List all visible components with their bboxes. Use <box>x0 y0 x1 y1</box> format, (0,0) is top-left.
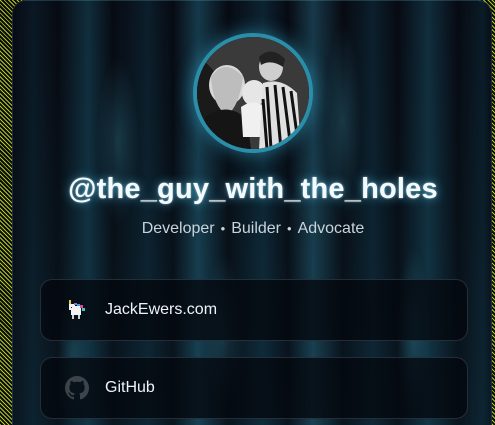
tagline-item: Developer <box>141 220 215 237</box>
link-label: GitHub <box>105 379 155 396</box>
page-background: @the_guy_with_the_holes Developer • Builde… <box>0 0 495 425</box>
link-label: JackEwers.com <box>105 301 218 318</box>
link-button-github[interactable]: GitHub <box>40 357 468 419</box>
unicorn-logo-icon <box>64 297 90 323</box>
tagline-item: Advocate <box>297 220 365 237</box>
profile-card: @the_guy_with_the_holes Developer • Builde… <box>12 0 492 425</box>
profile-tagline: Developer • Builder • Advocate <box>13 220 491 238</box>
profile-photo <box>197 37 309 149</box>
tagline-separator: • <box>220 221 226 236</box>
tagline-item: Builder <box>231 220 282 237</box>
avatar <box>193 33 313 153</box>
tagline-separator: • <box>287 221 292 236</box>
github-icon <box>64 375 90 401</box>
link-button-jackewers[interactable]: JackEwers.com <box>40 279 468 341</box>
profile-handle: @the_guy_with_the_holes <box>68 173 438 205</box>
